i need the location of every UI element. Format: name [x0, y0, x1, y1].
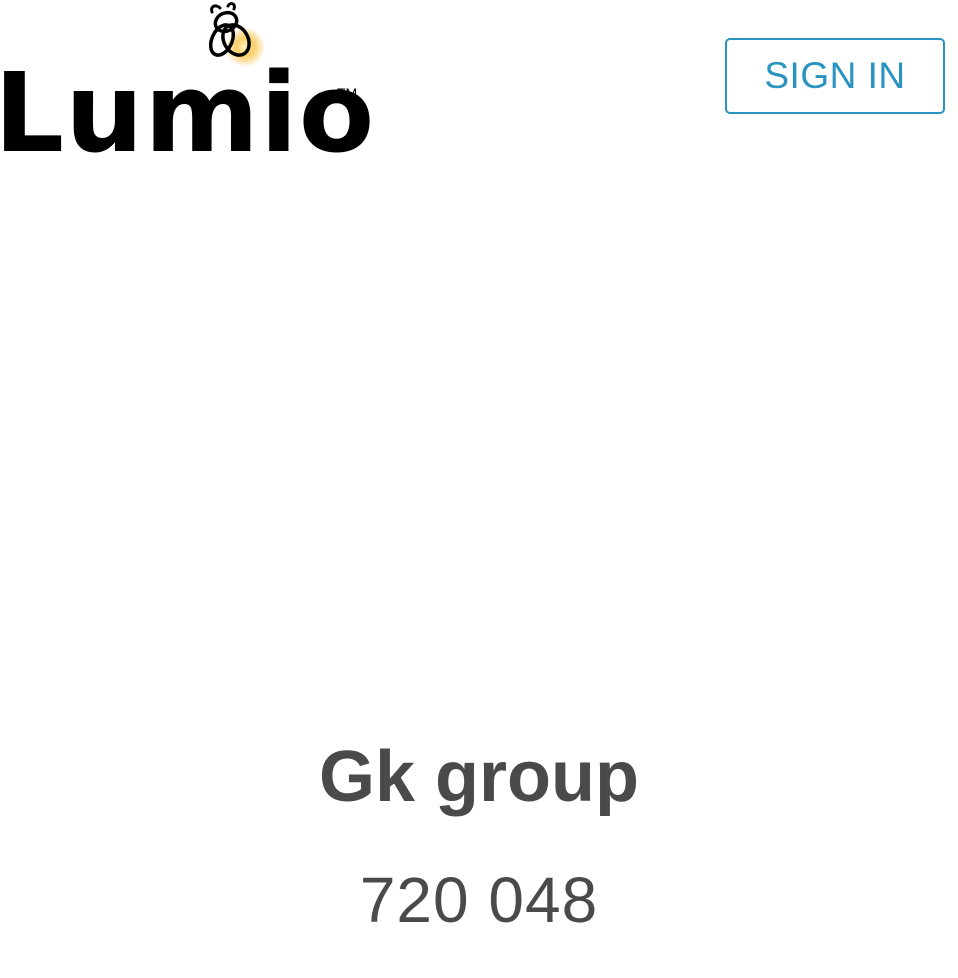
trademark-symbol: TM [337, 85, 358, 101]
logo-wordmark: Lumio [0, 49, 376, 177]
join-page: Lumio TM SIGN IN Gk group 720 048 [0, 0, 958, 978]
lumio-logo: Lumio TM [0, 0, 374, 168]
group-name: Gk group [319, 737, 639, 817]
header: Lumio TM SIGN IN [0, 0, 958, 170]
sign-in-button[interactable]: SIGN IN [725, 38, 945, 114]
join-code: 720 048 [359, 864, 599, 936]
